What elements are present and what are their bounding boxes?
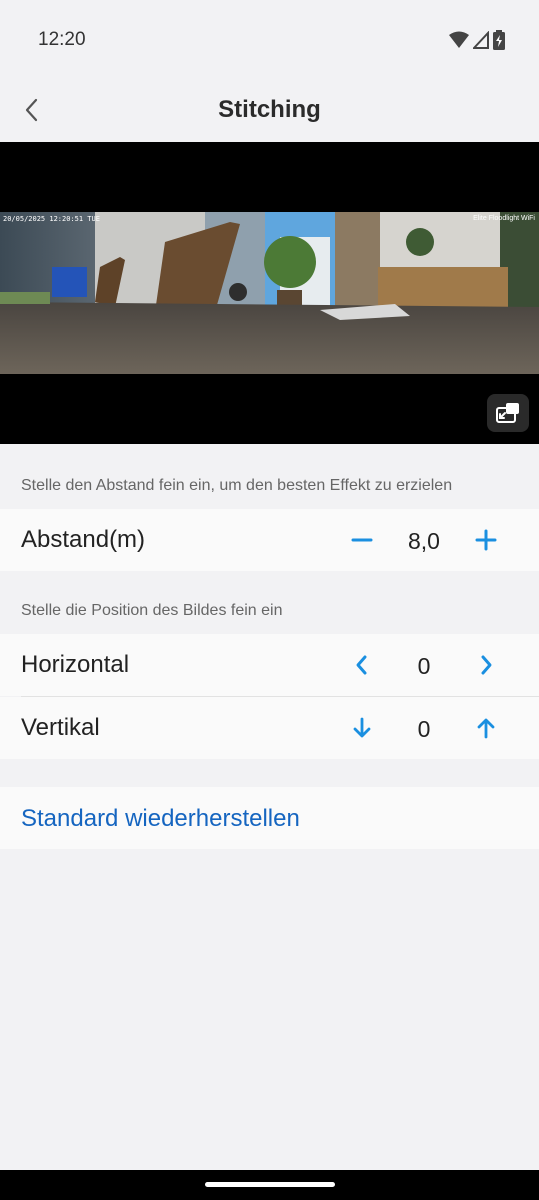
horizontal-left-button[interactable] [345,648,379,682]
app-bar: Stitching [0,80,539,142]
status-time: 12:20 [38,29,86,50]
status-icons [449,30,505,50]
vertical-value: 0 [417,716,431,742]
system-nav-bar [0,1170,539,1200]
home-gesture-handle[interactable] [205,1182,335,1187]
horizontal-right-button[interactable] [469,648,503,682]
distance-label: Abstand(m) [21,526,146,553]
minus-icon [351,538,373,542]
arrow-down-icon [353,717,371,738]
picture-in-picture-button[interactable] [487,394,529,432]
page-title: Stitching [218,96,321,123]
camera-image: 20/05/2025 12:20:51 TUE Elite Floodlight… [0,212,539,374]
chevron-left-icon [356,655,367,675]
horizontal-row: Horizontal 0 [0,634,539,696]
plus-icon [475,529,497,551]
horizontal-label: Horizontal [21,651,130,678]
picture-in-picture-icon [496,403,519,423]
camera-timestamp: 20/05/2025 12:20:51 TUE [3,215,100,223]
distance-decrease-button[interactable] [345,523,379,557]
distance-increase-button[interactable] [469,523,503,557]
distance-hint: Stelle den Abstand fein ein, um den best… [21,477,453,494]
vertical-row: Vertikal 0 [0,697,539,759]
arrow-up-icon [477,718,495,739]
signal-icon [473,31,489,49]
distance-row: Abstand(m) 8,0 [0,509,539,571]
position-hint: Stelle die Position des Bildes fein ein [21,602,283,619]
status-bar: 12:20 [0,0,539,80]
camera-device-label: Elite Floodlight WiFi [473,215,535,222]
reset-defaults-label: Standard wiederherstellen [21,805,300,832]
reset-defaults-button[interactable]: Standard wiederherstellen [0,787,539,849]
battery-charging-icon [493,30,505,50]
horizontal-value: 0 [417,653,431,679]
distance-value: 8,0 [408,528,440,554]
vertical-label: Vertikal [21,714,100,741]
vertical-down-button[interactable] [345,711,379,745]
vertical-up-button[interactable] [469,711,503,745]
chevron-right-icon [481,655,492,675]
wifi-icon [449,31,469,48]
camera-preview: 20/05/2025 12:20:51 TUE Elite Floodlight… [0,142,539,444]
camera-scene-image [0,212,539,374]
